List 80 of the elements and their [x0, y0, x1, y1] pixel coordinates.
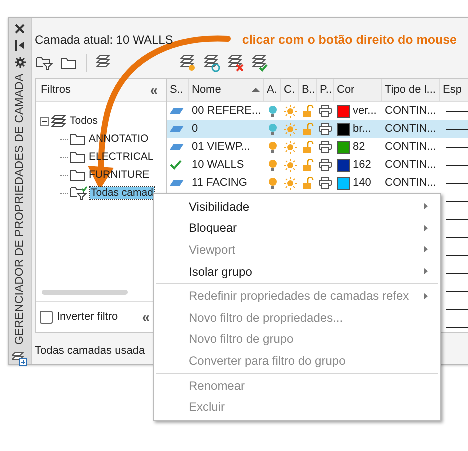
sun-icon	[281, 140, 299, 154]
lineweight-line	[446, 110, 468, 112]
settings-icon[interactable]	[14, 57, 26, 68]
printer-icon	[317, 159, 334, 171]
column-header[interactable]: Tipo de l...	[382, 79, 440, 101]
lineweight-line	[446, 146, 468, 148]
lineweight-line	[446, 308, 468, 310]
color-name: 162	[353, 159, 372, 171]
lineweight-line	[446, 254, 468, 256]
linetype-name: CONTIN...	[384, 177, 438, 189]
menu-item[interactable]: Visibilidade	[154, 196, 440, 218]
column-header[interactable]: Cor	[334, 79, 382, 101]
layers-icon	[51, 114, 67, 128]
color-name: ver...	[353, 105, 377, 117]
layer-row[interactable]: 01 VIEWP... 82 CONTIN...	[167, 138, 468, 156]
printer-icon	[317, 141, 334, 153]
layer-row[interactable]: 0 br... CONTIN...	[167, 120, 468, 138]
sun-icon	[281, 104, 299, 118]
annotation-text: clicar com o botão direito do mouse	[242, 33, 457, 47]
layer-name: 0	[191, 123, 200, 135]
printer-icon	[317, 123, 334, 135]
lineweight-line	[446, 272, 468, 274]
linetype-name: CONTIN...	[384, 159, 438, 171]
lineweight-line	[446, 290, 468, 292]
filter-icon	[70, 186, 88, 200]
layer-row[interactable]: 10 WALLS 162 CONTIN...	[167, 156, 468, 174]
sort-arrow-icon	[252, 88, 260, 92]
menu-item[interactable]: Bloquear	[154, 218, 440, 240]
folder-icon	[70, 132, 86, 146]
collapse-icon[interactable]	[40, 116, 49, 126]
color-name: 140	[353, 177, 372, 189]
color-name: 82	[353, 141, 366, 153]
layer-name: 00 REFERE...	[191, 105, 262, 117]
new-layer-icon[interactable]	[178, 54, 198, 72]
linetype-name: CONTIN...	[384, 105, 438, 117]
sun-icon	[281, 158, 299, 172]
filter-item[interactable]: Todos	[69, 115, 100, 127]
current-layer-label: Camada atual: 10 WALLS	[35, 33, 174, 47]
invert-filter-label[interactable]: Inverter filtro	[57, 311, 118, 323]
pin-icon[interactable]	[14, 40, 26, 51]
checkbox[interactable]	[40, 310, 53, 324]
column-header[interactable]: A.	[264, 79, 281, 101]
lineweight-line	[446, 182, 468, 184]
column-header[interactable]: C.	[281, 79, 299, 101]
column-header[interactable]: P..	[317, 79, 334, 101]
linetype-name: CONTIN...	[384, 141, 438, 153]
printer-icon	[317, 177, 334, 189]
sun-icon	[281, 176, 299, 190]
set-current-icon[interactable]	[250, 54, 270, 72]
layer-row[interactable]: 11 FACING 140 CONTIN...	[167, 174, 468, 192]
collapse-button[interactable]: «	[150, 83, 158, 97]
filters-title: Filtros	[41, 84, 71, 96]
layer-name: 10 WALLS	[191, 159, 246, 171]
close-icon[interactable]	[14, 24, 26, 34]
column-header[interactable]: Esp	[440, 79, 468, 101]
folder-icon	[70, 168, 86, 182]
lineweight-line	[446, 200, 468, 202]
layer-properties-icon[interactable]	[12, 350, 28, 367]
lineweight-line	[446, 218, 468, 220]
lineweight-line	[446, 236, 468, 238]
folder-icon	[70, 150, 86, 164]
lineweight-line	[446, 128, 468, 130]
lineweight-line	[446, 164, 468, 166]
column-header[interactable]: B..	[299, 79, 317, 101]
column-header[interactable]: S..	[167, 79, 189, 101]
printer-icon	[317, 105, 334, 117]
layer-name: 01 VIEWP...	[191, 141, 252, 153]
layer-name: 11 FACING	[191, 177, 248, 189]
delete-layer-icon[interactable]	[226, 54, 246, 72]
filter-item[interactable]: Todas camad	[90, 187, 154, 199]
linetype-name: CONTIN...	[384, 123, 438, 135]
status-text: Todas camadas usada	[35, 345, 146, 357]
column-header[interactable]: Nome	[189, 79, 264, 101]
panel-title: GERENCIADOR DE PROPRIEDADES DE CAMADA	[14, 74, 26, 345]
layer-row[interactable]: 00 REFERE... ver... CONTIN...	[167, 102, 468, 120]
lineweight-line	[446, 326, 468, 328]
color-name: br...	[353, 123, 372, 135]
menu-item[interactable]: Isolar grupo	[154, 260, 440, 282]
sun-icon	[281, 122, 299, 136]
collapse-button[interactable]: «	[142, 310, 150, 324]
